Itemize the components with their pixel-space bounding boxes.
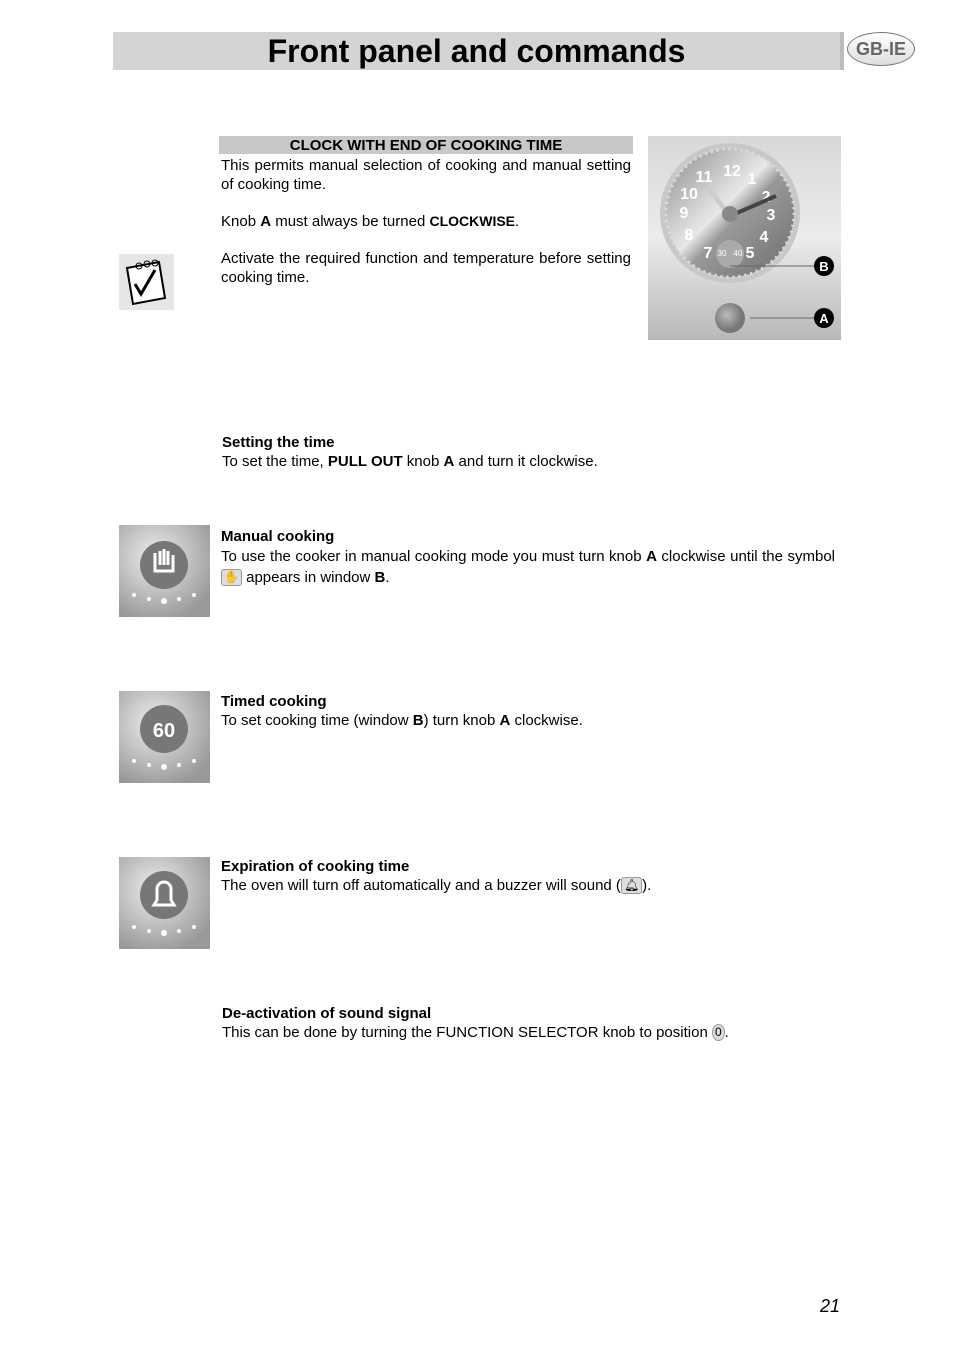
page-number: 21 (819, 1296, 840, 1316)
notepad-icon (119, 254, 174, 310)
bell-symbol-icon: 🔔︎ (620, 877, 643, 894)
language-badge: GB-IE (847, 32, 915, 66)
section-title: Expiration of cooking time (221, 858, 410, 875)
section-text: To set the time, PULL OUT knob A and tur… (222, 453, 598, 470)
subdial-number: 40 (734, 249, 743, 258)
manual-page: Front panel and commands GB-IE CLOCK WIT… (0, 0, 954, 1351)
expiration-section: Expiration of cooking time The oven will… (221, 857, 835, 895)
hand-icon (119, 525, 210, 617)
section-text: To use the cooker in manual cooking mode… (221, 548, 835, 586)
page-title: Front panel and commands (267, 33, 686, 69)
dial-number: 11 (696, 169, 713, 186)
knob-a (715, 303, 745, 333)
label-a: A (819, 311, 829, 326)
activate-note: Activate the required function and tempe… (221, 250, 631, 286)
section-title: Manual cooking (221, 528, 335, 545)
section-title: Setting the time (222, 434, 335, 451)
position-zero-symbol: 0 (711, 1024, 725, 1041)
timed-cooking-section: Timed cooking To set cooking time (windo… (221, 692, 835, 730)
section-heading: CLOCK WITH END OF COOKING TIME (219, 136, 633, 154)
dial-number: 1 (748, 171, 757, 188)
timer-60-icon: 60 (119, 691, 210, 783)
section-title: De-activation of sound signal (222, 1005, 432, 1022)
label-b: B (819, 259, 828, 274)
clock-figure: 12 1 2 3 4 5 7 8 9 10 11 30 40 B A (648, 136, 841, 340)
clock-intro: This permits manual selection of cooking… (221, 157, 631, 193)
bell-icon (119, 857, 210, 949)
deactivation-section: De-activation of sound signal This can b… (222, 1004, 836, 1042)
dial-number: 3 (767, 207, 776, 224)
subdial-number: 30 (718, 249, 727, 258)
section-text: The oven will turn off automatically and… (221, 877, 652, 894)
dial-number: 9 (680, 205, 689, 222)
section-title: Timed cooking (221, 693, 327, 710)
dial-number: 5 (746, 245, 755, 262)
hand-symbol-icon: ✋ (221, 569, 242, 586)
setting-time-section: Setting the time To set the time, PULL O… (222, 433, 842, 471)
svg-text:60: 60 (153, 720, 175, 742)
dial-number: 8 (685, 227, 694, 244)
dial-number: 7 (704, 245, 713, 262)
section-text: This can be done by turning the FUNCTION… (222, 1024, 729, 1041)
clockwise-note: Knob A must always be turned CLOCKWISE. (221, 213, 520, 230)
manual-cooking-section: Manual cooking To use the cooker in manu… (221, 527, 835, 588)
dial-number: 12 (723, 163, 741, 180)
dial-number: 4 (760, 229, 769, 246)
section-text: To set cooking time (window B) turn knob… (221, 712, 583, 729)
dial-number: 10 (680, 186, 698, 203)
